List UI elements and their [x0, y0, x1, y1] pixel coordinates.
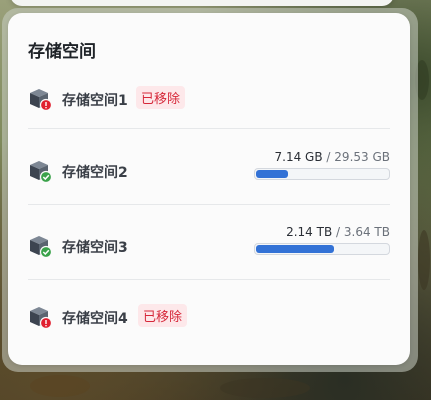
wallpaper-detail — [220, 378, 310, 398]
storage-pool-name: 存储空间2 — [62, 165, 128, 181]
storage-pools-widget: 存储空间 存储空间1 已移除 存储空间2 7.14 GB / 29.53 GB — [8, 13, 410, 365]
usage-bar — [254, 168, 390, 180]
widget-title: 存储空间 — [28, 42, 96, 62]
separator: / — [326, 150, 331, 164]
usage-bar-fill — [256, 170, 288, 178]
storage-pool-row[interactable]: 存储空间3 2.14 TB / 3.64 TB — [28, 225, 390, 270]
storage-pool-row[interactable]: 存储空间1 已移除 — [28, 83, 390, 123]
wallpaper-detail — [418, 230, 430, 290]
row-divider — [28, 204, 390, 205]
storage-pool-name: 存储空间1 — [62, 93, 128, 109]
row-divider — [28, 128, 390, 129]
usage-bar — [254, 243, 390, 255]
usage-text: 7.14 GB / 29.53 GB — [254, 149, 390, 165]
storage-pool-name: 存储空间3 — [62, 240, 128, 256]
storage-box-error-icon — [30, 307, 52, 329]
wallpaper-detail — [30, 375, 90, 397]
status-badge-removed: 已移除 — [138, 304, 188, 327]
usage-text: 2.14 TB / 3.64 TB — [254, 224, 390, 240]
storage-pool-row[interactable]: 存储空间2 7.14 GB / 29.53 GB — [28, 150, 390, 195]
separator: / — [336, 225, 341, 239]
row-divider — [28, 279, 390, 280]
previous-card-edge — [10, 0, 394, 6]
storage-box-error-icon — [30, 89, 52, 111]
storage-pool-row[interactable]: 存储空间4 已移除 — [28, 301, 390, 341]
total-value: 3.64 TB — [343, 225, 390, 239]
total-value: 29.53 GB — [334, 150, 390, 164]
usage-meter: 7.14 GB / 29.53 GB — [254, 149, 390, 180]
usage-meter: 2.14 TB / 3.64 TB — [254, 224, 390, 255]
status-badge-removed: 已移除 — [136, 86, 186, 109]
used-value: 2.14 TB — [286, 225, 333, 239]
usage-bar-fill — [256, 245, 334, 253]
storage-box-ok-icon — [30, 161, 52, 183]
storage-pool-name: 存储空间4 — [62, 311, 128, 327]
used-value: 7.14 GB — [274, 150, 323, 164]
storage-box-ok-icon — [30, 236, 52, 258]
